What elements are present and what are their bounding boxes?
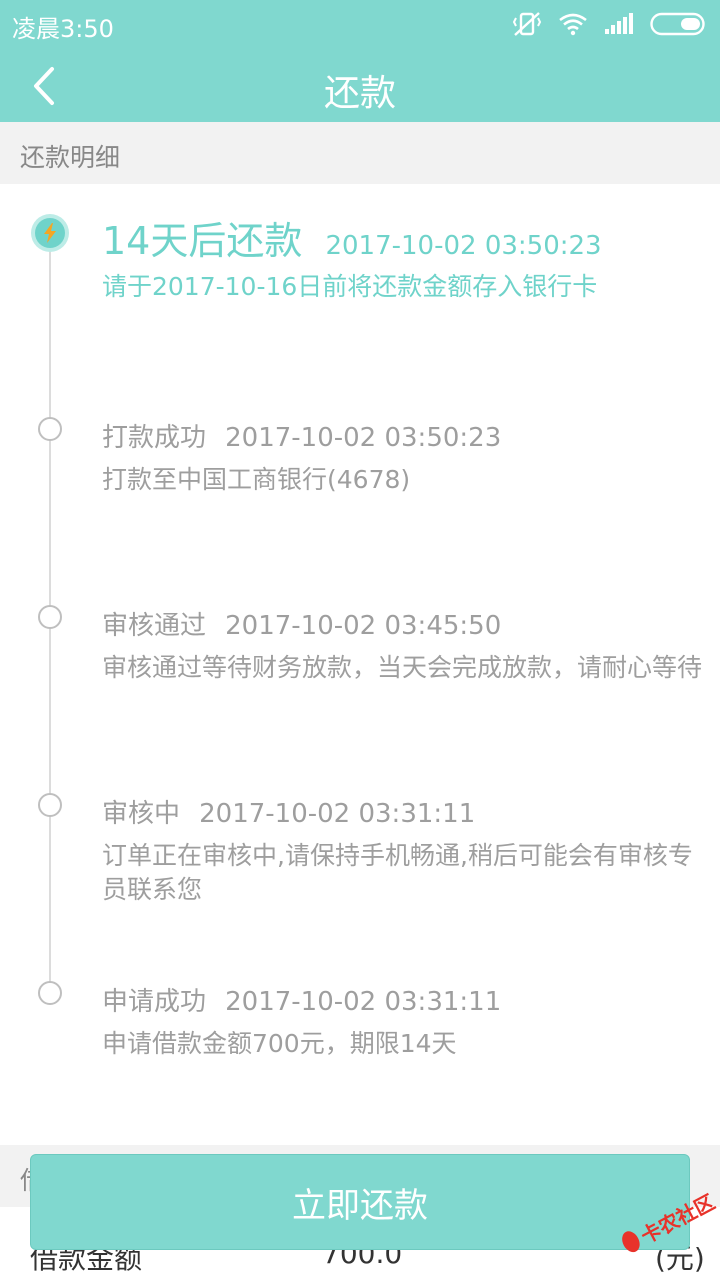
timeline-time: 2017-10-02 03:31:11 (199, 799, 476, 829)
timeline-dot (38, 793, 62, 817)
vibrate-mute-icon (512, 10, 542, 38)
signal-icon (604, 13, 634, 35)
timeline-desc: 订单正在审核中,请保持手机畅通,稍后可能会有审核专员联系您 (102, 841, 693, 904)
timeline-dot (38, 981, 62, 1005)
timeline-time: 2017-10-02 03:31:11 (225, 987, 502, 1017)
timeline-time: 2017-10-02 03:45:50 (225, 611, 502, 641)
timeline-desc: 审核通过等待财务放款，当天会完成放款，请耐心等待 (102, 653, 703, 682)
timeline-title: 14天后还款 (102, 219, 303, 263)
timeline-title: 审核中 (102, 799, 181, 829)
status-time: 凌晨3:50 (12, 15, 114, 43)
repay-now-button[interactable]: 立即还款 (30, 1154, 690, 1250)
timeline-desc: 申请借款金额700元，期限14天 (102, 1029, 457, 1058)
status-bar: 凌晨3:50 (0, 0, 720, 50)
section-title: 还款明细 (20, 143, 121, 172)
timeline-title: 申请成功 (102, 987, 207, 1017)
timeline-title: 审核通过 (102, 611, 207, 641)
timeline-active-dot (31, 214, 69, 252)
status-icons (512, 10, 706, 38)
timeline-time: 2017-10-02 03:50:23 (325, 231, 602, 261)
section-header: 还款明细 (0, 122, 720, 184)
wifi-icon (558, 12, 588, 36)
nav-bar: 还款 (0, 50, 720, 122)
timeline-desc: 请于2017-10-16日前将还款金额存入银行卡 (102, 272, 598, 301)
timeline-title: 打款成功 (102, 423, 207, 453)
timeline-dot (38, 417, 62, 441)
lightning-icon (44, 223, 56, 243)
timeline-dot (38, 605, 62, 629)
battery-icon (650, 12, 706, 36)
timeline-time: 2017-10-02 03:50:23 (225, 423, 502, 453)
timeline-desc: 打款至中国工商银行(4678) (102, 465, 411, 494)
page-title: 还款 (323, 73, 396, 114)
